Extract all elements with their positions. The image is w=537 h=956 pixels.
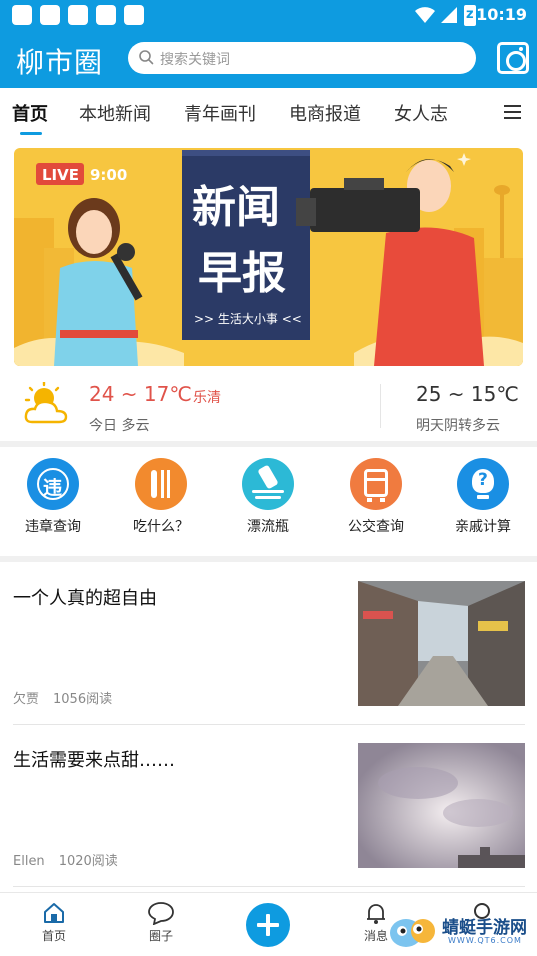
utensils-icon [135, 458, 187, 510]
watermark: 蜻蜓手游网 WWW.QT6.COM [388, 913, 536, 953]
traffic-violation-icon: 违 [27, 458, 79, 510]
bottom-nav: 首页 圈子 消息 蜻蜓手游网 WWW.QT6.COM [0, 892, 537, 956]
today-forecast: 今日 多云 [89, 418, 150, 434]
tool-bus-query[interactable]: 公交查询 [326, 458, 426, 536]
tomorrow-forecast: 明天阴转多云 [416, 418, 500, 434]
tomorrow-temperature: 25 ~ 15℃ [416, 382, 519, 406]
post-button[interactable] [246, 903, 290, 947]
drift-bottle-icon [242, 458, 294, 510]
search-placeholder: 搜索关键词 [160, 52, 230, 68]
news-item[interactable]: 一个人真的超自由 欠贾 1056阅读 [0, 580, 537, 708]
signal-icon [441, 7, 457, 23]
news-reads: 1020阅读 [58, 854, 118, 869]
notification-icon [68, 5, 88, 25]
channel-tabs: 首页 本地新闻 青年画刊 电商报道 女人志 [0, 88, 537, 138]
menu-icon[interactable] [504, 105, 521, 119]
svg-text:>> 生活大小事 <<: >> 生活大小事 << [194, 312, 302, 326]
bus-icon [350, 458, 402, 510]
svg-text:9:00: 9:00 [90, 166, 127, 184]
app-logo: 柳市圈 [16, 46, 104, 79]
wifi-icon [415, 7, 435, 23]
camera-icon[interactable] [497, 42, 529, 74]
active-tab-indicator [20, 132, 42, 135]
tab-ecommerce[interactable]: 电商报道 [289, 100, 361, 126]
tool-violation-query[interactable]: 违 违章查询 [3, 458, 103, 536]
tab-home[interactable]: 首页 [12, 100, 48, 126]
news-meta: 欠贾 1056阅读 [13, 688, 112, 707]
news-item[interactable]: 生活需要来点甜…… Ellen 1020阅读 [0, 742, 537, 870]
search-input[interactable]: 搜索关键词 [128, 42, 476, 74]
tool-relative-calculator[interactable]: ? 亲戚计算 [433, 458, 533, 536]
watermark-title: 蜻蜓手游网 [442, 918, 527, 938]
cloudy-sun-icon [24, 382, 68, 424]
tool-drift-bottle[interactable]: 漂流瓶 [218, 458, 318, 536]
svg-text:新闻: 新闻 [192, 182, 280, 233]
status-bar: z 10:19 [0, 0, 537, 32]
today-temperature: 24 ~ 17℃ [89, 382, 192, 406]
news-thumbnail [358, 581, 525, 706]
news-meta: Ellen 1020阅读 [13, 850, 118, 869]
news-reads: 1056阅读 [53, 692, 113, 707]
chat-bubble-icon [148, 902, 174, 925]
tab-youth-pictorial[interactable]: 青年画刊 [184, 100, 256, 126]
bell-icon [367, 904, 385, 924]
notification-icon [124, 5, 144, 25]
news-author: 欠贾 [13, 692, 40, 707]
svg-text:LIVE: LIVE [42, 166, 79, 184]
dragonfly-logo [390, 919, 435, 947]
banner-illustration: LIVE 9:00 新闻 早报 >> 生活大小事 << [14, 148, 523, 366]
lightbulb-question-icon: ? [457, 458, 509, 510]
banner-carousel[interactable]: LIVE 9:00 新闻 早报 >> 生活大小事 << [14, 148, 523, 366]
watermark-url: WWW.QT6.COM [448, 936, 522, 945]
news-author: Ellen [13, 854, 45, 869]
quick-tools: 违 违章查询 吃什么？ 漂流瓶 公交查询 ? 亲戚计算 [0, 448, 537, 559]
tool-what-to-eat[interactable]: 吃什么？ [111, 458, 211, 536]
home-icon [44, 903, 64, 923]
app-header: 柳市圈 搜索关键词 [0, 32, 537, 88]
notification-icon [12, 5, 32, 25]
news-title: 一个人真的超自由 [13, 588, 157, 609]
notification-icon [96, 5, 116, 25]
city-name: 乐清 [193, 390, 221, 406]
search-icon [139, 50, 154, 65]
nav-circle[interactable]: 圈子 [121, 901, 201, 944]
weather-card[interactable]: 24 ~ 17℃ 乐清 今日 多云 25 ~ 15℃ 明天阴转多云 [0, 370, 537, 442]
battery-icon: z [464, 5, 476, 26]
nav-home[interactable]: 首页 [14, 901, 94, 944]
news-title: 生活需要来点甜…… [13, 750, 175, 771]
news-thumbnail [358, 743, 525, 868]
tab-women[interactable]: 女人志 [394, 100, 448, 126]
clock: 10:19 [476, 5, 527, 24]
tab-local-news[interactable]: 本地新闻 [79, 100, 151, 126]
svg-text:早报: 早报 [198, 248, 286, 299]
notification-icon [40, 5, 60, 25]
